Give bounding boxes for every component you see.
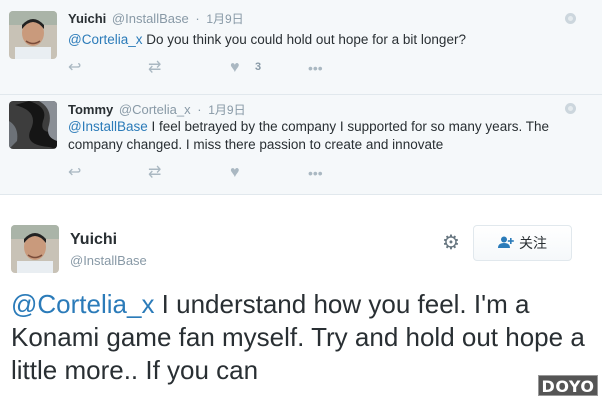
reply-icon[interactable]: ↩ (68, 60, 81, 76)
reply-tweet[interactable]: Yuichi @InstallBase · 1月9日 @Cortelia_x D… (0, 0, 602, 95)
follow-label: 关注 (519, 235, 547, 251)
heart-icon[interactable]: ♥ (230, 60, 240, 76)
mention-link[interactable]: @InstallBase (68, 119, 148, 134)
add-user-icon (498, 236, 514, 251)
avatar[interactable] (9, 101, 57, 149)
tweet-header: Yuichi @InstallBase · 1月9日 (68, 10, 244, 27)
tweet-text: @Cortelia_x I understand how you feel. I… (11, 288, 591, 387)
avatar[interactable] (11, 225, 59, 273)
user-name[interactable]: Yuichi (68, 11, 106, 26)
user-name[interactable]: Tommy (68, 102, 113, 117)
avatar[interactable] (9, 11, 57, 59)
tweet-text: @Cortelia_x Do you think you could hold … (68, 31, 588, 49)
reply-icon[interactable]: ↩ (68, 165, 81, 181)
tweet-text: @InstallBase I feel betrayed by the comp… (68, 118, 588, 154)
tweet-header: Tommy @Cortelia_x · 1月9日 (68, 101, 246, 118)
tweet-time[interactable]: 1月9日 (206, 12, 243, 26)
gear-icon[interactable]: ⚙ (440, 232, 462, 254)
separator-dot: · (197, 102, 202, 117)
more-icon[interactable]: ••• (308, 165, 323, 181)
mention-link[interactable]: @Cortelia_x (11, 289, 154, 319)
globe-icon (565, 13, 576, 24)
user-handle[interactable]: @Cortelia_x (119, 102, 191, 117)
separator-dot: · (195, 11, 200, 26)
more-icon[interactable]: ••• (308, 60, 323, 76)
user-handle[interactable]: @InstallBase (112, 11, 189, 26)
globe-icon (565, 103, 576, 114)
user-name[interactable]: Yuichi (70, 231, 117, 249)
retweet-icon[interactable]: ⇄ (148, 60, 161, 76)
tweet-time[interactable]: 1月9日 (208, 103, 245, 117)
watermark-logo: DOYO (538, 375, 598, 396)
heart-icon[interactable]: ♥ (230, 165, 240, 181)
tweet-body: Do you think you could hold out hope for… (142, 32, 466, 47)
follow-button[interactable]: 关注 (473, 225, 572, 261)
reply-tweet[interactable]: Tommy @Cortelia_x · 1月9日 @InstallBase I … (0, 95, 602, 195)
retweet-icon[interactable]: ⇄ (148, 165, 161, 181)
like-count: 3 (255, 61, 262, 73)
user-handle[interactable]: @InstallBase (70, 253, 147, 268)
mention-link[interactable]: @Cortelia_x (68, 32, 142, 47)
